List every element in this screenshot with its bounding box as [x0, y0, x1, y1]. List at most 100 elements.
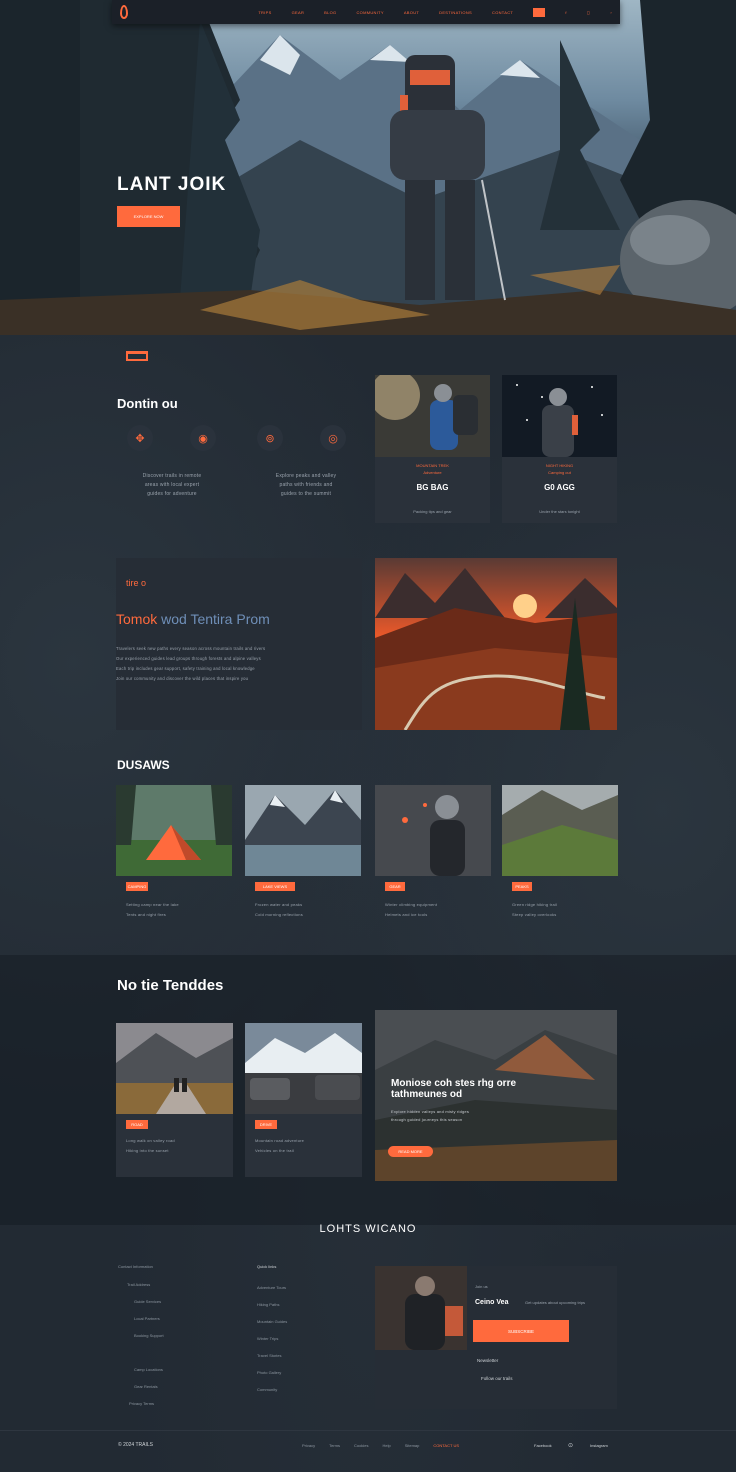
trending-feature-title: Moniose coh stes rhg orre tathmeunes od [391, 1078, 517, 1100]
trending-desc: Long walk on valley road Hiking into the… [126, 1136, 175, 1156]
about-title: Tomok wod Tentira Prom [116, 611, 270, 627]
nav-link[interactable]: ABOUT [404, 10, 419, 15]
page: LANT JOIK EXPLORE NOW TRIPS GEAR BLOG CO… [0, 0, 736, 1472]
footer-link[interactable]: Camp Locations [134, 1367, 163, 1372]
social-link[interactable]: Instagram [590, 1443, 608, 1448]
gallery-tag[interactable]: CAMPING [126, 882, 148, 891]
bottom-link[interactable]: Sitemap [405, 1443, 420, 1448]
copyright: © 2024 TRAILS [118, 1442, 153, 1448]
footer-col-heading: Quick links [257, 1264, 277, 1269]
signal-icon[interactable]: ◉ [190, 425, 216, 451]
arrow-right-icon[interactable]: › [610, 10, 612, 15]
subscribe-button[interactable]: SUBSCRIBE [473, 1320, 569, 1342]
footer-link[interactable]: Contact Information [118, 1264, 153, 1269]
card-title: G0 AGG [544, 483, 575, 492]
gallery-desc: Frozen water and peaks Cold morning refl… [255, 900, 303, 920]
gallery-card[interactable]: LAKE VIEWS Frozen water and peaks Cold m… [245, 785, 361, 945]
newsletter-sub: Get updates about upcoming trips [525, 1300, 586, 1305]
footer-link[interactable]: Mountain Guides [257, 1319, 287, 1324]
road-walk-image [116, 1023, 233, 1114]
text-line: Frozen water and peaks [255, 902, 303, 907]
nav-link[interactable]: BLOG [324, 10, 336, 15]
newsletter-kicker: Join us [475, 1284, 488, 1289]
card-subtag: Adventure [423, 470, 442, 475]
bottom-links: Privacy Terms Cookies Help Sitemap CONTA… [302, 1443, 459, 1448]
climber-gear-image [375, 785, 491, 876]
text-line: through guided journeys this season [391, 1117, 463, 1122]
text-line: Explore hidden valleys and misty ridges [391, 1109, 470, 1114]
text-line: Helmets and ice tools [385, 912, 428, 917]
footer-section-title: LOHTS WICANO [319, 1223, 417, 1235]
hero-title: LANT JOIK [117, 174, 227, 195]
logo[interactable] [120, 5, 128, 19]
feature-card[interactable]: MOUNTAIN TREK Adventure BG BAG Packing t… [375, 375, 490, 523]
footer-link[interactable]: Travel Stories [257, 1353, 282, 1358]
trending-section-bg [0, 955, 736, 1225]
nav-link[interactable]: COMMUNITY [356, 10, 383, 15]
logo-icon [120, 5, 128, 19]
gallery-card[interactable]: CAMPING Setting camp near the lake Tents… [116, 785, 232, 945]
gallery-desc: Setting camp near the lake Tents and nig… [126, 900, 179, 920]
footer-link[interactable]: Photo Gallery [257, 1370, 281, 1375]
hero-cta-button[interactable]: EXPLORE NOW [117, 206, 180, 227]
footer-link[interactable]: Guide Services [134, 1299, 161, 1304]
nav-link[interactable]: GEAR [292, 10, 305, 15]
social-link[interactable]: Facebook [534, 1443, 552, 1448]
bottom-link[interactable]: Help [382, 1443, 390, 1448]
footer-link[interactable]: Hiking Paths [257, 1302, 279, 1307]
text-line: Steep valley overlooks [512, 912, 557, 917]
bottom-link[interactable]: Privacy [302, 1443, 315, 1448]
text-line: guides to the summit [280, 491, 332, 497]
text-line: Long walk on valley road [126, 1138, 175, 1143]
facebook-icon[interactable]: f [565, 10, 566, 15]
gallery-tag[interactable]: PEAKS [512, 882, 532, 891]
footer-link[interactable]: Privacy Terms [129, 1401, 154, 1406]
footer-link[interactable]: Local Partners [134, 1316, 160, 1321]
bottom-link[interactable]: Cookies [354, 1443, 368, 1448]
text-line: guides for adventure [147, 491, 197, 497]
instagram-icon[interactable]: ◻ [587, 10, 591, 15]
footer-link[interactable]: Gear Rentals [134, 1384, 158, 1389]
trending-card[interactable]: DRIVE Mountain road adventure Vehicles o… [245, 1023, 362, 1177]
trending-feature-desc: Explore hidden valleys and misty ridges … [391, 1108, 469, 1124]
bottom-link[interactable]: Terms [329, 1443, 340, 1448]
footer-link[interactable]: Winter Trips [257, 1336, 278, 1341]
text-line: Cold morning reflections [255, 912, 303, 917]
footer-link[interactable]: Trail Address [127, 1282, 150, 1287]
features-text-right: Explore peaks and valley paths with frie… [262, 472, 350, 499]
location-icon[interactable]: ◎ [320, 425, 346, 451]
read-more-button[interactable]: READ MORE [388, 1146, 433, 1157]
trending-tag[interactable]: DRIVE [255, 1120, 277, 1129]
language-badge[interactable]: EN [533, 7, 546, 17]
globe-icon[interactable]: ⊙ [568, 1442, 573, 1449]
mountain-road-image [245, 1023, 362, 1114]
nav-link[interactable]: DESTINATIONS [439, 10, 472, 15]
feature-card[interactable]: NIGHT HIKING Camping out G0 AGG Under th… [502, 375, 617, 523]
text-line: Each trip includes gear support, safety … [116, 666, 255, 671]
target-icon[interactable]: ⊚ [257, 425, 283, 451]
gallery-tag[interactable]: GEAR [385, 882, 405, 891]
about-title-highlight: Tomok [116, 611, 158, 627]
gallery-title: DUSAWS [117, 758, 170, 772]
gallery-card[interactable]: PEAKS Green ridge hiking trail Steep val… [502, 785, 618, 945]
text-line: Vehicles on the trail [255, 1148, 294, 1153]
trending-feature-card[interactable]: Moniose coh stes rhg orre tathmeunes od … [375, 1010, 617, 1181]
trending-tag[interactable]: ROAD [126, 1120, 148, 1129]
green-ridge-image [502, 785, 618, 876]
nav-link[interactable]: CONTACT [492, 10, 513, 15]
contact-us-link[interactable]: CONTACT US [433, 1443, 459, 1448]
gallery-card[interactable]: GEAR Winter climbing equipment Helmets a… [375, 785, 491, 945]
lake-mountain-image [245, 785, 361, 876]
newsletter-link[interactable]: Newsletter [477, 1358, 498, 1363]
text-line: Winter climbing equipment [385, 902, 438, 907]
card-title: BG BAG [416, 483, 449, 492]
footer-link[interactable]: Community [257, 1387, 277, 1392]
trending-card[interactable]: ROAD Long walk on valley road Hiking int… [116, 1023, 233, 1177]
hero-section: LANT JOIK EXPLORE NOW [0, 0, 736, 335]
nav-link[interactable]: TRIPS [258, 10, 271, 15]
newsletter-link[interactable]: Follow our trails [481, 1376, 513, 1381]
compass-icon[interactable]: ✥ [127, 425, 153, 451]
gallery-tag[interactable]: LAKE VIEWS [255, 882, 295, 891]
footer-link[interactable]: Booking Support [134, 1333, 164, 1338]
footer-link[interactable]: Adventure Tours [257, 1285, 286, 1290]
